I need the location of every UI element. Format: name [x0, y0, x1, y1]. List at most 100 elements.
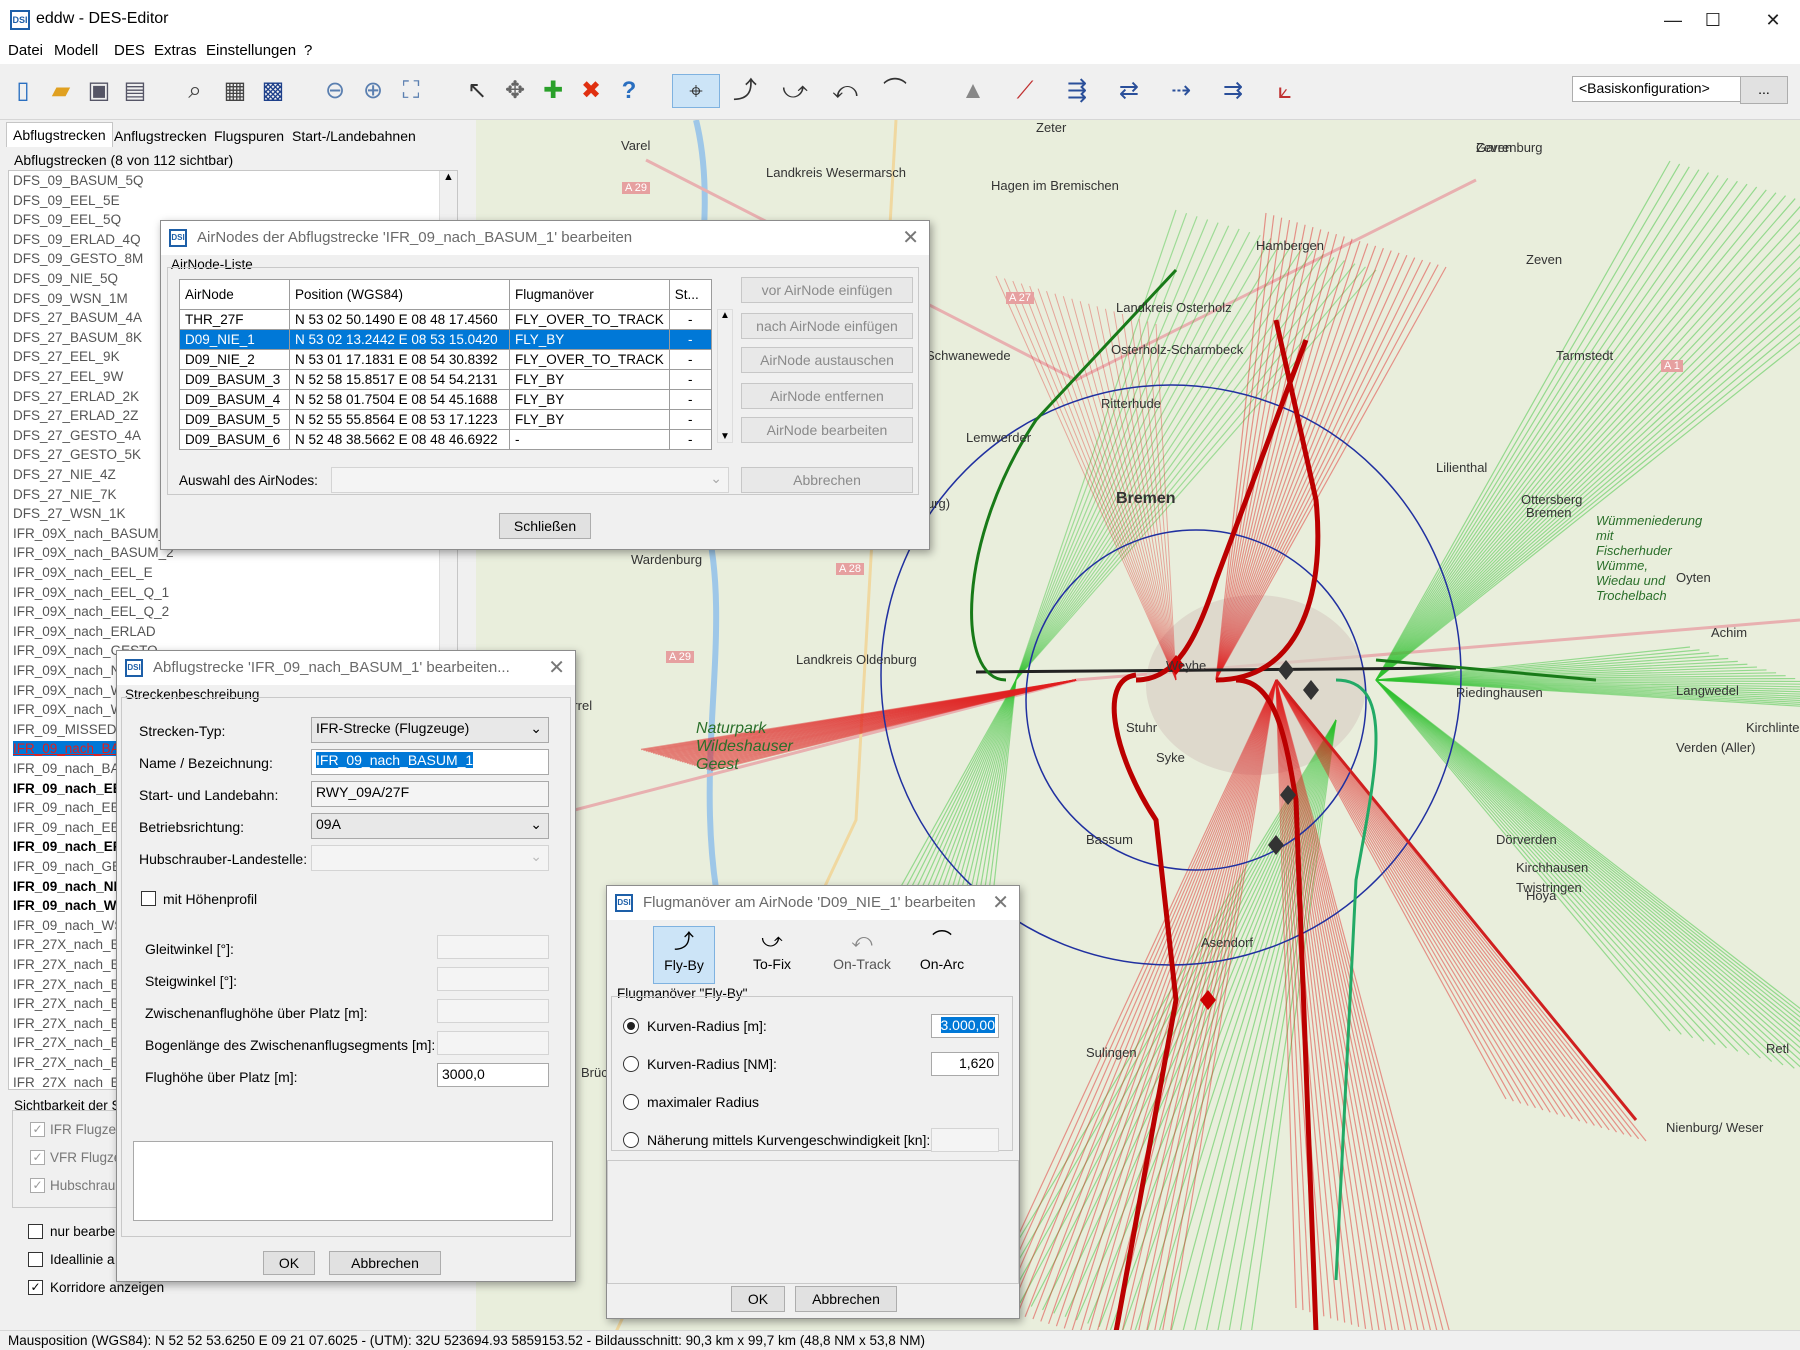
- list-item[interactable]: IFR_09X_nach_N: [13, 663, 120, 678]
- tab-start-landebahnen[interactable]: Start-/Landebahnen: [286, 126, 422, 146]
- menu-des[interactable]: DES: [114, 42, 145, 59]
- zwischen-input[interactable]: [437, 999, 549, 1023]
- steig-input[interactable]: [437, 967, 549, 991]
- save-icon[interactable]: ▣: [82, 74, 116, 108]
- list-item[interactable]: IFR_09_nach_EE: [13, 820, 120, 835]
- list-item[interactable]: IFR_27X_nach_E: [13, 1016, 120, 1031]
- list-item[interactable]: DFS_09_ERLAD_4Q: [13, 232, 141, 247]
- list-item[interactable]: DFS_27_GESTO_5K: [13, 447, 141, 462]
- list-item[interactable]: DFS_27_EEL_9W: [13, 369, 123, 384]
- qsi-icon[interactable]: ▩: [256, 74, 290, 108]
- table-row[interactable]: D09_BASUM_6 N 52 48 38.5662 E 08 48 46.69…: [179, 429, 712, 450]
- name-input[interactable]: IFR_09_nach_BASUM_1: [311, 749, 549, 775]
- list-item[interactable]: DFS_27_GESTO_4A: [13, 428, 141, 443]
- save-as-icon[interactable]: ▤: [118, 74, 152, 108]
- tab-on-track[interactable]: ⤺ On-Track: [827, 926, 897, 984]
- list-item[interactable]: IFR_09X_nach_EEL_Q_2: [13, 604, 169, 619]
- close-button[interactable]: ✕: [1750, 6, 1796, 34]
- korridore-checkbox[interactable]: ✓: [28, 1280, 43, 1295]
- list-item[interactable]: IFR_09_nach_BA: [13, 761, 120, 776]
- list-item[interactable]: DFS_09_GESTO_8M: [13, 251, 143, 266]
- strecken-typ-select[interactable]: IFR-Strecke (Flugzeuge) ⌄: [311, 717, 549, 743]
- richtung-select[interactable]: 09A ⌄: [311, 813, 549, 839]
- help-icon[interactable]: ?: [612, 74, 646, 108]
- document-icon[interactable]: ▦: [218, 74, 252, 108]
- list-item[interactable]: IFR_27X_nach_B: [13, 977, 120, 992]
- table-row[interactable]: D09_BASUM_3 N 52 58 15.8517 E 08 54 54.21…: [179, 369, 712, 390]
- list-item[interactable]: IFR_09_nach_WS: [13, 898, 126, 913]
- list-item[interactable]: DFS_09_EEL_5E: [13, 193, 120, 208]
- graph-icon[interactable]: ⟀: [1268, 74, 1302, 108]
- zoom-out-icon[interactable]: ⊖: [318, 74, 352, 108]
- close-icon[interactable]: ✕: [548, 655, 565, 680]
- list-item[interactable]: IFR_09X_nach_EEL_Q_1: [13, 585, 169, 600]
- tab-anflugstrecken[interactable]: Anflugstrecken: [108, 126, 213, 146]
- heli-select[interactable]: ⌄: [311, 845, 549, 871]
- list-item[interactable]: IFR_09X_nach_BASUM_: [13, 526, 166, 541]
- speed-radio[interactable]: [623, 1132, 639, 1148]
- col-airnode[interactable]: AirNode: [179, 279, 290, 310]
- menu-modell[interactable]: Modell: [54, 42, 98, 59]
- measure-icon[interactable]: ⟋: [1008, 74, 1042, 108]
- list-item[interactable]: IFR_09_nach_WS: [13, 918, 123, 933]
- list-item[interactable]: IFR_09_nach_BA: [13, 741, 120, 757]
- list-item[interactable]: DFS_09_BASUM_5Q: [13, 173, 144, 188]
- airnode-edit-icon[interactable]: ⌖: [672, 74, 720, 108]
- cancel-button[interactable]: Abbrechen: [329, 1251, 441, 1275]
- on-track-icon[interactable]: ⤺: [828, 74, 862, 108]
- speed-input[interactable]: [931, 1128, 999, 1152]
- track-icon-4[interactable]: ⇉: [1216, 74, 1250, 108]
- vfr-checkbox[interactable]: ✓: [30, 1150, 45, 1165]
- fit-view-icon[interactable]: ⛶: [394, 74, 428, 108]
- airnode-select[interactable]: ⌄: [331, 467, 729, 493]
- move-icon[interactable]: ✥: [498, 74, 532, 108]
- list-item[interactable]: DFS_09_EEL_5Q: [13, 212, 121, 227]
- list-item[interactable]: IFR_09_MISSED_: [13, 722, 124, 737]
- list-item[interactable]: DFS_27_EEL_9K: [13, 349, 120, 364]
- list-item[interactable]: IFR_09X_nach_BASUM_2: [13, 545, 174, 560]
- radius-nm-input[interactable]: 1,620: [931, 1052, 999, 1076]
- list-item[interactable]: IFR_09X_nach_EEL_E: [13, 565, 153, 580]
- list-item[interactable]: DFS_09_NIE_5Q: [13, 271, 118, 286]
- add-icon[interactable]: ✚: [536, 74, 570, 108]
- zoom-in-icon[interactable]: ⊕: [356, 74, 390, 108]
- ideallinie-checkbox[interactable]: [28, 1252, 43, 1267]
- heli-checkbox[interactable]: ✓: [30, 1178, 45, 1193]
- track-icon-3[interactable]: ⇢: [1164, 74, 1198, 108]
- table-row[interactable]: D09_BASUM_5 N 52 55 55.8564 E 08 53 17.12…: [179, 409, 712, 430]
- bahn-field[interactable]: RWY_09A/27F: [311, 781, 549, 807]
- list-item[interactable]: IFR_27X_nach_E: [13, 1055, 120, 1070]
- close-icon[interactable]: ✕: [902, 225, 919, 250]
- edit-airnode-button[interactable]: AirNode bearbeiten: [741, 417, 913, 443]
- gleit-input[interactable]: [437, 935, 549, 959]
- delete-icon[interactable]: ✖: [574, 74, 608, 108]
- close-icon[interactable]: ✕: [992, 890, 1009, 915]
- list-item[interactable]: IFR_09X_nach_WS: [13, 702, 132, 717]
- list-item[interactable]: DFS_27_BASUM_8K: [13, 330, 142, 345]
- tab-abflugstrecken[interactable]: Abflugstrecken: [6, 122, 113, 147]
- list-item[interactable]: DFS_27_WSN_1K: [13, 506, 126, 521]
- list-item[interactable]: IFR_09_nach_EE: [13, 781, 122, 796]
- tab-fly-by[interactable]: ⤴ Fly-By: [653, 926, 715, 984]
- track-icon-2[interactable]: ⇄: [1112, 74, 1146, 108]
- list-item[interactable]: IFR_09X_nach_W: [13, 683, 123, 698]
- table-row[interactable]: D09_NIE_1 N 53 02 13.2442 E 08 53 15.0420…: [179, 329, 712, 350]
- list-item[interactable]: IFR_27X_nach_E: [13, 1075, 120, 1089]
- radius-nm-radio[interactable]: [623, 1056, 639, 1072]
- new-file-icon[interactable]: ▯: [6, 74, 40, 108]
- maximize-button[interactable]: ☐: [1690, 6, 1736, 34]
- scroll-down-icon[interactable]: ▼: [718, 431, 732, 442]
- scroll-up-icon[interactable]: ▲: [440, 171, 457, 183]
- cancel-button[interactable]: Abbrechen: [795, 1286, 897, 1312]
- scroll-up-icon[interactable]: ▲: [718, 310, 732, 321]
- nur-bearbeitete-checkbox[interactable]: [28, 1224, 43, 1239]
- insert-before-button[interactable]: vor AirNode einfügen: [741, 277, 913, 303]
- table-row[interactable]: THR_27F N 53 02 50.1490 E 08 48 17.4560 FL…: [179, 309, 712, 330]
- max-radius-radio[interactable]: [623, 1094, 639, 1110]
- track-icon-1[interactable]: ⇶: [1060, 74, 1094, 108]
- list-item[interactable]: DFS_27_NIE_4Z: [13, 467, 116, 482]
- radius-m-input[interactable]: 3.000,00: [931, 1014, 999, 1038]
- list-item[interactable]: IFR_27X_nach_B: [13, 996, 120, 1011]
- table-scrollbar[interactable]: ▲ ▼: [717, 309, 733, 443]
- zoom-search-icon[interactable]: ⌕: [178, 74, 212, 108]
